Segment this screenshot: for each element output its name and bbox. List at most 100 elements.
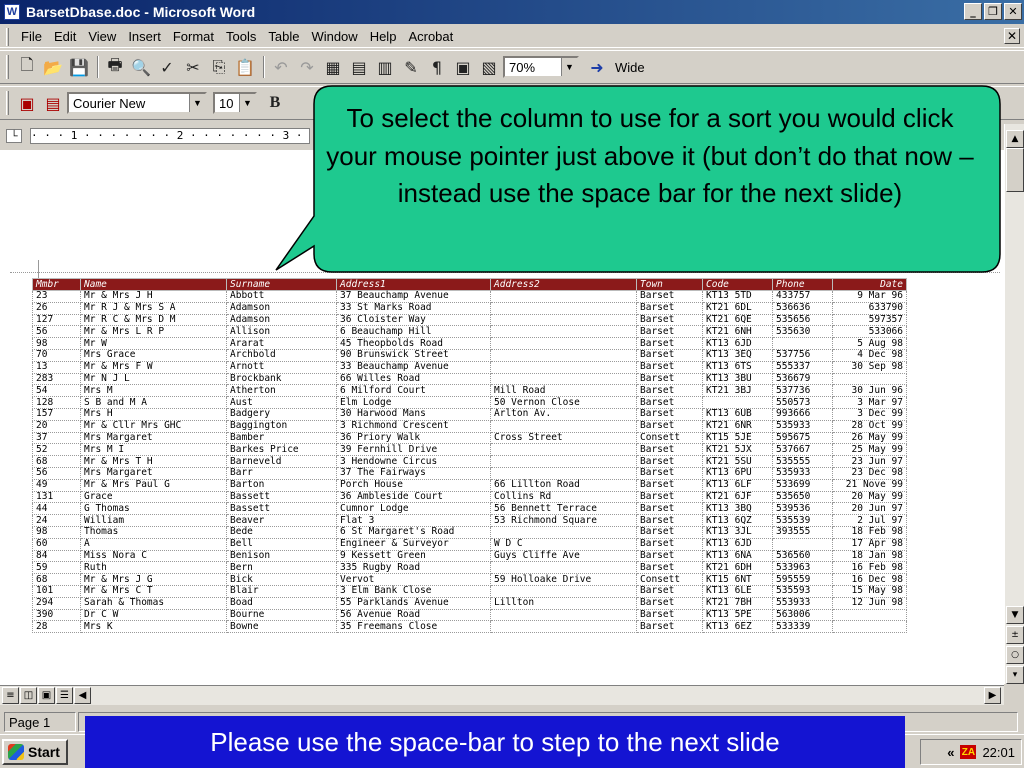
cell-code[interactable]: KT13 3JL [702,525,773,539]
cell-surname[interactable]: Barton [226,478,337,492]
vertical-scrollbar[interactable]: ▲ ▼ ± ○ ▾ [1004,124,1024,684]
cell-phone[interactable]: 553933 [772,596,833,610]
cell-address2[interactable] [490,443,637,457]
cell-address1[interactable]: 90 Brunswick Street [336,348,491,362]
cell-surname[interactable]: Barr [226,466,337,480]
cell-phone[interactable]: 993666 [772,407,833,421]
horizontal-scrollbar[interactable]: ≡ ◫ ▣ ☰ ◀ ▶ [0,685,1004,705]
table-row[interactable]: 52 Mrs M I Barkes Price 39 Fernhill Drive Ba… [32,443,907,457]
cell-address1[interactable]: 36 Priory Walk [336,431,491,445]
cell-code[interactable]: KT13 3BU [702,372,773,386]
cell-name[interactable]: S B and M A [80,396,227,409]
cell-mmbr[interactable]: 37 [32,431,81,445]
cell-phone[interactable]: 535933 [772,466,833,480]
cell-address2[interactable] [490,608,637,622]
cell-town[interactable]: Consett [636,431,703,445]
cell-town[interactable]: Barset [636,537,703,551]
cell-name[interactable]: Mrs Margaret [80,431,227,445]
cell-phone[interactable]: 393555 [772,525,833,539]
cell-address1[interactable]: 33 Beauchamp Avenue [336,360,491,374]
cell-name[interactable]: Mr R C & Mrs D M [80,313,227,327]
cell-date[interactable]: 17 Apr 98 [832,537,907,551]
cell-phone[interactable] [772,337,833,350]
cell-address2[interactable] [490,466,637,480]
menu-format[interactable]: Format [167,29,220,44]
cell-address2[interactable] [490,325,637,339]
cell-address2[interactable]: Collins Rd [490,490,637,504]
paste-icon[interactable]: 📋 [233,55,257,79]
cell-name[interactable]: Mr & Mrs T H [80,455,227,468]
cell-surname[interactable]: Archbold [226,348,337,362]
cell-town[interactable]: Barset [636,514,703,527]
cell-surname[interactable]: Brockbank [226,372,337,386]
cell-town[interactable]: Barset [636,455,703,468]
table-row[interactable]: 98 Mr W Ararat 45 Theopbolds Road Barset KT13… [32,337,907,350]
cell-phone[interactable]: 595675 [772,431,833,445]
cell-date[interactable]: 20 May 99 [832,490,907,504]
cell-surname[interactable]: Badgery [226,407,337,421]
cell-surname[interactable]: Bern [226,561,337,575]
cell-address1[interactable]: 6 St Margaret's Road [336,525,491,539]
drawing-icon[interactable]: ✎ [399,55,423,79]
cell-phone[interactable]: 537756 [772,348,833,362]
table-row[interactable]: 101 Mr & Mrs C T Blair 3 Elm Bank Close Bars… [32,584,907,598]
cell-address2[interactable] [490,561,637,575]
cell-date[interactable]: 20 Jun 97 [832,502,907,516]
close-window-button[interactable]: ✕ [1004,3,1022,20]
cell-address1[interactable]: Engineer & Surveyor [336,537,491,551]
cell-surname[interactable]: Barneveld [226,455,337,468]
font-size-select[interactable]: 10 ▼ [213,92,257,114]
table-row[interactable]: 127 Mr R C & Mrs D M Adamson 36 Cloister Wa… [32,313,907,327]
cell-town[interactable]: Barset [636,608,703,622]
cell-address1[interactable]: 3 Elm Bank Close [336,584,491,598]
column-header-name[interactable]: Name [80,278,227,291]
menu-edit[interactable]: Edit [48,29,82,44]
cell-phone[interactable]: 535933 [772,419,833,433]
cell-mmbr[interactable]: 28 [32,620,81,634]
menu-tools[interactable]: Tools [220,29,262,44]
toolbar-grip[interactable] [6,91,9,115]
font-select[interactable]: Courier New ▼ [67,92,207,114]
cell-name[interactable]: Mrs M [80,384,227,398]
cell-date[interactable] [832,372,907,386]
document-page[interactable]: Mmbr Name Surname Address1 Address2 Town… [0,150,1004,685]
cell-town[interactable]: Barset [636,301,703,315]
cell-code[interactable]: KT13 5PE [702,608,773,622]
cell-name[interactable]: Mr & Mrs Paul G [80,478,227,492]
cell-name[interactable]: A [80,537,227,551]
cell-address2[interactable] [490,348,637,362]
cell-address2[interactable] [490,620,637,634]
cell-surname[interactable]: Boad [226,596,337,610]
cell-mmbr[interactable]: 13 [32,360,81,374]
cell-mmbr[interactable]: 24 [32,514,81,527]
cell-town[interactable]: Barset [636,490,703,504]
cell-name[interactable]: Mr & Mrs C T [80,584,227,598]
cell-code[interactable]: KT21 6DH [702,561,773,575]
cell-surname[interactable]: Adamson [226,313,337,327]
cell-code[interactable]: KT13 6QZ [702,514,773,527]
cell-address1[interactable]: 39 Fernhill Drive [336,443,491,457]
cell-address1[interactable]: 36 Cloister Way [336,313,491,327]
cell-date[interactable]: 533066 [832,325,907,339]
print-layout-view-icon[interactable]: ▣ [38,687,55,704]
cell-name[interactable]: Mr & Mrs F W [80,360,227,374]
chevron-down-icon[interactable]: ▼ [239,94,255,112]
cell-surname[interactable]: Bick [226,573,337,586]
cell-surname[interactable]: Bamber [226,431,337,445]
chevron-down-icon[interactable]: ▼ [189,94,205,112]
ruler-strip[interactable]: · · · 1 · · · · · · · 2 · · · · · · · 3 … [30,128,310,144]
previous-page-icon[interactable]: ± [1006,626,1024,644]
cell-date[interactable]: 18 Feb 98 [832,525,907,539]
cell-name[interactable]: Miss Nora C [80,549,227,563]
cell-mmbr[interactable]: 44 [32,502,81,516]
cell-address1[interactable]: 66 Willes Road [336,372,491,386]
table-row[interactable]: 44 G Thomas Bassett Cumnor Lodge 56 Bennett … [32,502,907,516]
cell-name[interactable]: Mrs Grace [80,348,227,362]
redo-icon[interactable]: ↷ [295,55,319,79]
cell-phone[interactable]: 533699 [772,478,833,492]
cell-address2[interactable]: Lillton [490,596,637,610]
cell-code[interactable]: KT13 6JD [702,337,773,350]
cell-address2[interactable] [490,301,637,315]
cell-mmbr[interactable]: 26 [32,301,81,315]
table-row[interactable]: 59 Ruth Bern 335 Rugby Road Barset KT21 6DH 53… [32,561,907,575]
